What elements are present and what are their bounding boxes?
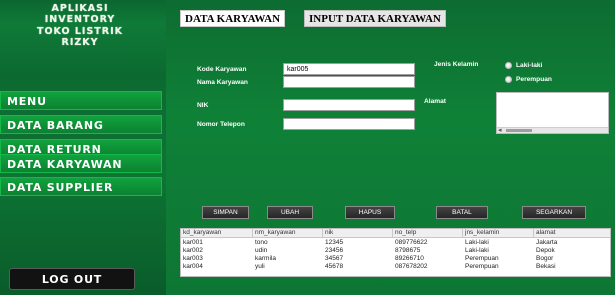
column-header-alamat[interactable]: alamat bbox=[534, 229, 610, 238]
radio-laki-laki-label: Laki-laki bbox=[516, 62, 543, 69]
table-row[interactable]: kar003 karmila 34567 89266710 Perempuan … bbox=[181, 255, 610, 263]
batal-button[interactable]: BATAL bbox=[436, 206, 488, 219]
table-cell: Laki-laki bbox=[465, 239, 489, 246]
alamat-horizontal-scrollbar[interactable]: ◂ bbox=[497, 126, 608, 134]
table-row[interactable]: kar001 tono 12345 089776622 Laki-laki Ja… bbox=[181, 239, 610, 247]
nama-karyawan-field[interactable] bbox=[283, 76, 415, 88]
segarkan-button[interactable]: SEGARKAN bbox=[522, 206, 586, 219]
jenis-kelamin-label: Jenis Kelamin bbox=[434, 61, 479, 68]
sidebar-item-data-barang[interactable]: DATA BARANG bbox=[0, 115, 162, 134]
alamat-textarea[interactable]: ◂ bbox=[496, 92, 609, 134]
table-cell: 087678202 bbox=[395, 263, 428, 270]
logout-button[interactable]: LOG OUT bbox=[9, 268, 135, 290]
column-header-no-telp[interactable]: no_telp bbox=[393, 229, 463, 238]
nik-field[interactable] bbox=[283, 99, 415, 111]
table-cell: Jakarta bbox=[536, 239, 558, 246]
table-cell: 8798675 bbox=[395, 247, 421, 254]
table-cell: kar003 bbox=[183, 255, 203, 262]
tab-input-data-karyawan[interactable]: INPUT DATA KARYAWAN bbox=[304, 10, 446, 27]
table-cell: 23456 bbox=[325, 247, 344, 254]
radio-laki-laki[interactable] bbox=[505, 62, 512, 69]
nomor-telepon-label: Nomor Telepon bbox=[197, 121, 245, 128]
table-header-row: kd_karyawan nm_karyawan nik no_telp jns_… bbox=[181, 229, 610, 238]
column-header-nik[interactable]: nik bbox=[323, 229, 393, 238]
alamat-label: Alamat bbox=[424, 98, 446, 105]
karyawan-table[interactable]: kd_karyawan nm_karyawan nik no_telp jns_… bbox=[180, 228, 611, 277]
scroll-left-arrow-icon[interactable]: ◂ bbox=[498, 126, 502, 134]
scrollbar-thumb[interactable] bbox=[506, 129, 532, 132]
table-cell: tono bbox=[255, 239, 268, 246]
table-cell: yuli bbox=[255, 263, 265, 270]
sidebar: APLIKASI INVENTORY TOKO LISTRIK RIZKY ME… bbox=[0, 0, 166, 295]
table-cell: kar002 bbox=[183, 247, 203, 254]
table-row[interactable]: kar002 udin 23456 8798675 Laki-laki Depo… bbox=[181, 247, 610, 255]
simpan-button[interactable]: SIMPAN bbox=[202, 206, 249, 219]
column-header-nm-karyawan[interactable]: nm_karyawan bbox=[253, 229, 323, 238]
table-cell: 089776622 bbox=[395, 239, 428, 246]
radio-perempuan[interactable] bbox=[505, 76, 512, 83]
sidebar-item-data-karyawan[interactable]: DATA KARYAWAN bbox=[0, 154, 162, 173]
table-cell: kar004 bbox=[183, 263, 203, 270]
sidebar-item-data-supplier[interactable]: DATA SUPPLIER bbox=[0, 177, 162, 196]
table-cell: Laki-laki bbox=[465, 247, 489, 254]
table-cell: udin bbox=[255, 247, 268, 254]
column-header-jns-kelamin[interactable]: jns_kelamin bbox=[463, 229, 534, 238]
kode-karyawan-label: Kode Karyawan bbox=[197, 66, 247, 73]
table-cell: Perempuan bbox=[465, 263, 499, 270]
nomor-telepon-field[interactable] bbox=[283, 118, 415, 130]
table-cell: kar001 bbox=[183, 239, 203, 246]
table-cell: 12345 bbox=[325, 239, 344, 246]
table-cell: 34567 bbox=[325, 255, 344, 262]
hapus-button[interactable]: HAPUS bbox=[345, 206, 395, 219]
table-cell: Depok bbox=[536, 247, 555, 254]
nik-label: NIK bbox=[197, 102, 209, 109]
table-cell: Bogor bbox=[536, 255, 554, 262]
column-header-kd-karyawan[interactable]: kd_karyawan bbox=[181, 229, 253, 238]
table-cell: Bekasi bbox=[536, 263, 556, 270]
app-title: APLIKASI INVENTORY TOKO LISTRIK RIZKY bbox=[37, 3, 123, 48]
nama-karyawan-label: Nama Karyawan bbox=[197, 79, 248, 86]
menu-label: MENU bbox=[0, 91, 162, 110]
table-row[interactable]: kar004 yuli 45678 087678202 Perempuan Be… bbox=[181, 263, 610, 271]
tab-data-karyawan[interactable]: DATA KARYAWAN bbox=[180, 10, 286, 27]
ubah-button[interactable]: UBAH bbox=[267, 206, 313, 219]
table-cell: karmila bbox=[255, 255, 276, 262]
kode-karyawan-field[interactable]: kar005 bbox=[283, 63, 415, 75]
table-cell: Perempuan bbox=[465, 255, 499, 262]
table-cell: 89266710 bbox=[395, 255, 424, 262]
table-cell: 45678 bbox=[325, 263, 344, 270]
radio-perempuan-label: Perempuan bbox=[516, 76, 552, 83]
